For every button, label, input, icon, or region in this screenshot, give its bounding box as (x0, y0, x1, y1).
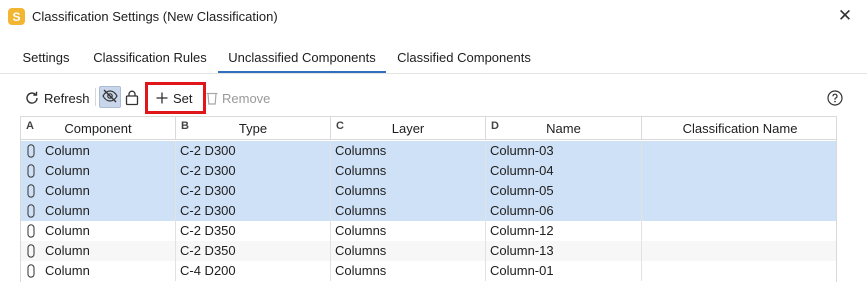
cell-layer: Columns (331, 201, 486, 221)
lock-icon (125, 90, 139, 106)
cell-layer: Columns (331, 241, 486, 261)
cell-name: Column-01 (486, 261, 642, 281)
cell-name: Column-12 (486, 221, 642, 241)
cell-type: C-2 D300 (176, 181, 331, 201)
hide-hidden-toggle[interactable] (99, 86, 121, 108)
column-header-classification-name[interactable]: Classification Name (642, 117, 836, 140)
cell-layer: Columns (331, 181, 486, 201)
lock-toggle[interactable] (125, 84, 139, 112)
cell-type: C-2 D300 (176, 201, 331, 221)
remove-button[interactable]: Remove (206, 84, 270, 112)
help-icon (827, 90, 843, 106)
cell-classification (642, 261, 836, 281)
tab-bar: Settings Classification Rules Unclassifi… (0, 44, 867, 74)
refresh-icon (24, 90, 40, 106)
help-button[interactable] (827, 84, 843, 112)
tab-classification-rules[interactable]: Classification Rules (86, 44, 214, 73)
cell-name: Column-05 (486, 181, 642, 201)
cell-component: Column (21, 141, 176, 161)
cell-name: Column-06 (486, 201, 642, 221)
cell-classification (642, 201, 836, 221)
app-logo-icon: S (8, 8, 25, 25)
refresh-button[interactable]: Refresh (24, 84, 90, 112)
trash-icon (206, 91, 218, 105)
column-header-label: Layer (391, 121, 425, 136)
column-header-component[interactable]: A Component (21, 117, 176, 140)
remove-label: Remove (222, 90, 271, 106)
column-header-type[interactable]: B Type (176, 117, 331, 140)
cell-name: Column-13 (486, 241, 642, 261)
column-header-label: Name (546, 121, 581, 136)
cell-classification (642, 241, 836, 261)
tab-classified-components[interactable]: Classified Components (390, 44, 538, 73)
cell-type: C-2 D350 (176, 221, 331, 241)
table-row[interactable]: Column C-2 D300 Columns Column-04 (21, 161, 836, 181)
table-row[interactable]: Column C-2 D350 Columns Column-13 (21, 241, 836, 261)
cell-classification (642, 141, 836, 161)
cell-type: C-2 D350 (176, 241, 331, 261)
table-row[interactable]: Column C-4 D200 Columns Column-01 (21, 261, 836, 281)
tab-settings[interactable]: Settings (14, 44, 78, 73)
cell-component: Column (21, 221, 176, 241)
column-header-label: Component (64, 121, 132, 136)
refresh-label: Refresh (44, 90, 90, 106)
close-icon[interactable]: ✕ (837, 7, 853, 25)
cell-component: Column (21, 181, 176, 201)
table-row[interactable]: Column C-2 D300 Columns Column-03 (21, 141, 836, 161)
tabs-divider (0, 73, 867, 74)
cell-component: Column (21, 201, 176, 221)
cell-type: C-4 D200 (176, 261, 331, 281)
cell-layer: Columns (331, 261, 486, 281)
title-bar: S Classification Settings (New Classific… (0, 0, 867, 34)
cell-component: Column (21, 161, 176, 181)
cell-layer: Columns (331, 141, 486, 161)
table-row[interactable]: Column C-2 D300 Columns Column-05 (21, 181, 836, 201)
tab-unclassified-components[interactable]: Unclassified Components (218, 44, 386, 73)
window-title: Classification Settings (New Classificat… (32, 9, 278, 24)
cell-layer: Columns (331, 221, 486, 241)
toolbar-separator (95, 88, 96, 106)
cell-type: C-2 D300 (176, 141, 331, 161)
cell-type: C-2 D300 (176, 161, 331, 181)
cell-layer: Columns (331, 161, 486, 181)
cell-classification (642, 221, 836, 241)
table-row[interactable]: Column C-2 D300 Columns Column-06 (21, 201, 836, 221)
cell-classification (642, 161, 836, 181)
set-highlight-box (145, 82, 206, 114)
cell-name: Column-03 (486, 141, 642, 161)
cell-component: Column (21, 241, 176, 261)
components-table: A Component B Type C Layer D Name Classi… (20, 116, 837, 282)
cell-name: Column-04 (486, 161, 642, 181)
column-header-layer[interactable]: C Layer (331, 117, 486, 140)
cell-component: Column (21, 261, 176, 281)
table-header: A Component B Type C Layer D Name Classi… (21, 117, 836, 140)
column-header-label: Classification Name (682, 121, 798, 136)
eye-off-icon (102, 89, 118, 106)
column-header-name[interactable]: D Name (486, 117, 642, 140)
table-row[interactable]: Column C-2 D350 Columns Column-12 (21, 221, 836, 241)
cell-classification (642, 181, 836, 201)
column-header-label: Type (238, 121, 268, 136)
